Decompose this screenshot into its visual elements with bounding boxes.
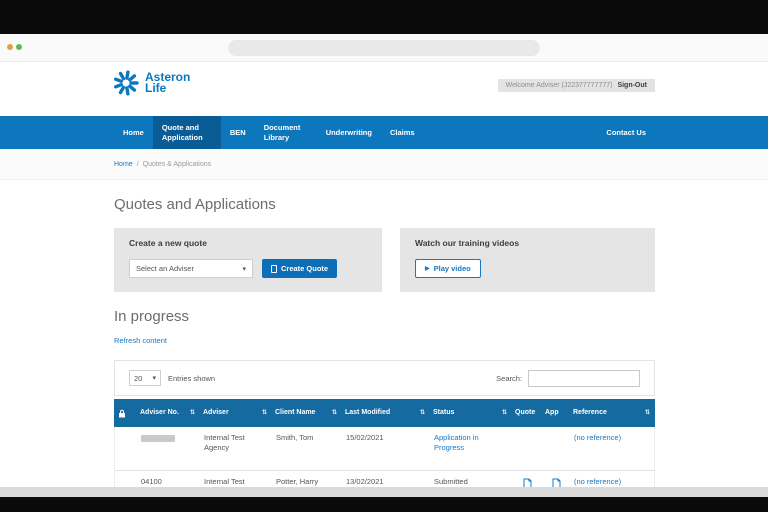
chevron-down-icon: ▾ bbox=[152, 374, 156, 382]
column-header-app[interactable]: App bbox=[541, 399, 569, 427]
sign-out-link[interactable]: Sign-Out bbox=[617, 82, 647, 89]
sort-icon: ⇅ bbox=[262, 410, 267, 417]
adviser-no-cell bbox=[137, 427, 200, 470]
last-modified-cell: 15/02/2021 bbox=[342, 427, 430, 470]
search-label: Search: bbox=[496, 374, 522, 383]
page-bottom-strip bbox=[0, 487, 768, 497]
create-quote-panel: Create a new quote Select an Adviser ▾ C… bbox=[114, 228, 382, 292]
app-cell bbox=[542, 427, 570, 470]
page-title: Quotes and Applications bbox=[114, 196, 276, 213]
starburst-logo-icon bbox=[112, 69, 140, 97]
logo-line2: Life bbox=[145, 83, 190, 94]
breadcrumb: Home / Quotes & Applications bbox=[0, 149, 768, 180]
document-icon bbox=[271, 265, 277, 273]
asteron-life-logo[interactable]: Asteron Life bbox=[112, 69, 190, 97]
nav-item-underwriting[interactable]: Underwriting bbox=[317, 116, 381, 149]
entries-shown-label: Entries shown bbox=[168, 374, 215, 383]
welcome-bar: Welcome Adviser (J22377777777) Sign-Out bbox=[498, 79, 655, 92]
letterbox-top bbox=[0, 0, 768, 34]
adviser-cell: Internal Test Agency bbox=[200, 427, 272, 470]
adviser-select[interactable]: Select an Adviser ▾ bbox=[129, 259, 253, 278]
entries-shown-select[interactable]: 20 ▾ bbox=[129, 370, 161, 386]
address-bar[interactable] bbox=[228, 40, 540, 56]
search-input[interactable] bbox=[528, 370, 640, 387]
redacted-adviser-no bbox=[141, 435, 175, 442]
training-videos-panel: Watch our training videos ▶ Play video bbox=[400, 228, 655, 292]
in-progress-heading: In progress bbox=[114, 308, 189, 325]
training-panel-title: Watch our training videos bbox=[415, 238, 640, 248]
reference-link[interactable]: (no reference) bbox=[570, 427, 655, 470]
row-lock-cell bbox=[115, 427, 137, 470]
lock-icon bbox=[118, 409, 126, 418]
breadcrumb-separator: / bbox=[137, 161, 139, 168]
main-navigation: Home Quote and Application BEN Document … bbox=[0, 116, 768, 149]
sort-icon: ⇅ bbox=[502, 410, 507, 417]
status-link[interactable]: Application in Progress bbox=[430, 427, 512, 470]
play-video-button[interactable]: ▶ Play video bbox=[415, 259, 481, 278]
logo-text: Asteron Life bbox=[145, 72, 190, 95]
sort-icon: ⇅ bbox=[420, 410, 425, 417]
column-header-status[interactable]: Status ⇅ bbox=[429, 399, 511, 427]
table-row: Internal Test Agency Smith, Tom 15/02/20… bbox=[114, 427, 655, 471]
play-video-button-label: Play video bbox=[434, 264, 471, 273]
column-header-reference[interactable]: Reference ⇅ bbox=[569, 399, 654, 427]
sort-icon: ⇅ bbox=[645, 410, 650, 417]
table-header: Adviser No. ⇅ Adviser ⇅ Client Name ⇅ La… bbox=[114, 399, 655, 427]
client-name-cell: Smith, Tom bbox=[272, 427, 342, 470]
site-header: Asteron Life Welcome Adviser (J223777777… bbox=[0, 62, 768, 116]
screen: Asteron Life Welcome Adviser (J223777777… bbox=[0, 0, 768, 512]
window-minimize-button[interactable] bbox=[7, 44, 13, 50]
welcome-text: Welcome Adviser (J22377777777) bbox=[506, 82, 613, 89]
letterbox-bottom bbox=[0, 497, 768, 512]
column-header-last-modified[interactable]: Last Modified ⇅ bbox=[341, 399, 429, 427]
quote-cell bbox=[512, 427, 542, 470]
window-zoom-button[interactable] bbox=[16, 44, 22, 50]
chevron-down-icon: ▾ bbox=[242, 265, 246, 273]
nav-item-quote-and-application[interactable]: Quote and Application bbox=[153, 116, 221, 149]
create-quote-button-label: Create Quote bbox=[281, 264, 328, 273]
entries-shown-value: 20 bbox=[134, 374, 142, 383]
nav-item-claims[interactable]: Claims bbox=[381, 116, 424, 149]
adviser-select-value: Select an Adviser bbox=[136, 264, 194, 273]
sort-icon: ⇅ bbox=[332, 410, 337, 417]
nav-item-document-library[interactable]: Document Library bbox=[255, 116, 317, 149]
nav-item-home[interactable]: Home bbox=[114, 116, 153, 149]
column-header-lock[interactable] bbox=[114, 399, 136, 427]
browser-chrome bbox=[0, 34, 768, 62]
nav-item-ben[interactable]: BEN bbox=[221, 116, 255, 149]
column-header-adviser-no[interactable]: Adviser No. ⇅ bbox=[136, 399, 199, 427]
breadcrumb-home-link[interactable]: Home bbox=[114, 161, 133, 168]
refresh-content-link[interactable]: Refresh content bbox=[114, 336, 167, 345]
column-header-adviser[interactable]: Adviser ⇅ bbox=[199, 399, 271, 427]
web-page: Asteron Life Welcome Adviser (J223777777… bbox=[0, 62, 768, 497]
column-header-client-name[interactable]: Client Name ⇅ bbox=[271, 399, 341, 427]
play-icon: ▶ bbox=[425, 265, 430, 272]
create-quote-panel-title: Create a new quote bbox=[129, 238, 367, 248]
column-header-quote[interactable]: Quote bbox=[511, 399, 541, 427]
table-controls: 20 ▾ Entries shown Search: bbox=[114, 360, 655, 396]
create-quote-button[interactable]: Create Quote bbox=[262, 259, 337, 278]
nav-item-contact-us[interactable]: Contact Us bbox=[597, 116, 655, 149]
sort-icon: ⇅ bbox=[190, 410, 195, 417]
breadcrumb-current: Quotes & Applications bbox=[143, 161, 212, 168]
